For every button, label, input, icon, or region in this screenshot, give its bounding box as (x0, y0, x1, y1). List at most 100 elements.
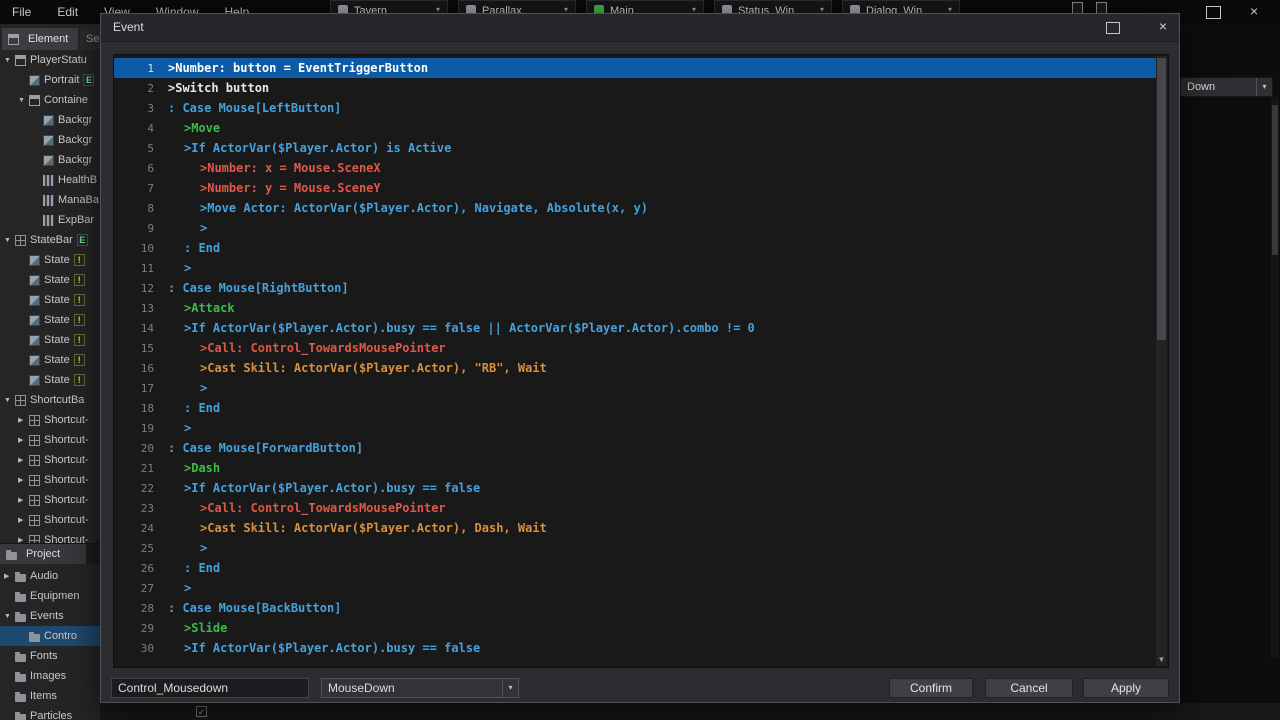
tree-item-shortcut-[interactable]: ▶Shortcut- (0, 450, 100, 470)
code-line-26[interactable]: 26: End (114, 558, 1156, 578)
warning-badge: ! (74, 314, 85, 326)
tree-item-audio[interactable]: ▶Audio (0, 566, 100, 586)
chevron-expanded-icon[interactable]: ▼ (4, 237, 15, 244)
code-line-22[interactable]: 22>If ActorVar($Player.Actor).busy == fa… (114, 478, 1156, 498)
chevron-collapsed-icon[interactable]: ▶ (18, 416, 29, 424)
tree-item-shortcut-[interactable]: ▶Shortcut- (0, 430, 100, 450)
code-line-30[interactable]: 30>If ActorVar($Player.Actor).busy == fa… (114, 638, 1156, 658)
code-line-14[interactable]: 14>If ActorVar($Player.Actor).busy == fa… (114, 318, 1156, 338)
window-close-button[interactable]: × (1250, 3, 1258, 19)
tree-item-items[interactable]: Items (0, 686, 100, 706)
dialog-close-button[interactable]: × (1159, 18, 1167, 34)
code-line-18[interactable]: 18: End (114, 398, 1156, 418)
code-line-1[interactable]: 1>Number: button = EventTriggerButton (114, 58, 1156, 78)
code-line-7[interactable]: 7>Number: y = Mouse.SceneY (114, 178, 1156, 198)
line-number: 1 (114, 62, 154, 75)
tree-item-backgr[interactable]: Backgr (0, 110, 100, 130)
tree-item-playerstatu[interactable]: ▼PlayerStatu (0, 50, 100, 70)
scroll-down-arrow[interactable]: ▼ (1156, 654, 1167, 666)
tree-item-containe[interactable]: ▼Containe (0, 90, 100, 110)
tree-item-events[interactable]: ▼Events (0, 606, 100, 626)
code-line-12[interactable]: 12: Case Mouse[RightButton] (114, 278, 1156, 298)
code-line-15[interactable]: 15>Call: Control_TowardsMousePointer (114, 338, 1156, 358)
code-line-23[interactable]: 23>Call: Control_TowardsMousePointer (114, 498, 1156, 518)
code-line-3[interactable]: 3: Case Mouse[LeftButton] (114, 98, 1156, 118)
chevron-collapsed-icon[interactable]: ▶ (18, 456, 29, 464)
tree-item-shortcutba[interactable]: ▼ShortcutBa (0, 390, 100, 410)
chevron-collapsed-icon[interactable]: ▶ (18, 496, 29, 504)
code-line-16[interactable]: 16>Cast Skill: ActorVar($Player.Actor), … (114, 358, 1156, 378)
tree-item-backgr[interactable]: Backgr (0, 130, 100, 150)
code-line-20[interactable]: 20: Case Mouse[ForwardButton] (114, 438, 1156, 458)
scrollbar-thumb[interactable] (1272, 105, 1278, 255)
tree-item-equipmen[interactable]: Equipmen (0, 586, 100, 606)
chevron-collapsed-icon[interactable]: ▶ (18, 436, 29, 444)
tree-item-shortcut-[interactable]: ▶Shortcut- (0, 510, 100, 530)
dialog-titlebar[interactable]: Event × (101, 14, 1179, 42)
tree-item-images[interactable]: Images (0, 666, 100, 686)
chevron-expanded-icon[interactable]: ▼ (18, 97, 29, 104)
tree-item-state[interactable]: State! (0, 350, 100, 370)
tree-item-portrait[interactable]: PortraitE (0, 70, 100, 90)
tree-item-shortcut-[interactable]: ▶Shortcut- (0, 470, 100, 490)
tree-item-fonts[interactable]: Fonts (0, 646, 100, 666)
tab-element[interactable]: Element (2, 28, 78, 50)
tree-item-expbar[interactable]: ExpBar (0, 210, 100, 230)
tree-item-state[interactable]: State! (0, 270, 100, 290)
tree-item-backgr[interactable]: Backgr (0, 150, 100, 170)
code-line-6[interactable]: 6>Number: x = Mouse.SceneX (114, 158, 1156, 178)
dialog-maximize-button[interactable] (1106, 22, 1120, 34)
chevron-collapsed-icon[interactable]: ▶ (4, 572, 15, 580)
code-line-9[interactable]: 9> (114, 218, 1156, 238)
confirm-button[interactable]: Confirm (889, 678, 973, 698)
tree-item-state[interactable]: State! (0, 330, 100, 350)
chevron-collapsed-icon[interactable]: ▶ (18, 516, 29, 524)
code-line-11[interactable]: 11> (114, 258, 1156, 278)
tree-item-state[interactable]: State! (0, 290, 100, 310)
editor-scrollbar[interactable]: ▼ (1156, 56, 1167, 666)
chevron-collapsed-icon[interactable]: ▶ (18, 476, 29, 484)
tree-item-state[interactable]: State! (0, 310, 100, 330)
background-dropdown[interactable]: Down ▾ (1180, 77, 1273, 97)
code-line-5[interactable]: 5>If ActorVar($Player.Actor) is Active (114, 138, 1156, 158)
checkbox-icon[interactable]: ✓ (196, 706, 207, 717)
line-text: >Call: Control_TowardsMousePointer (200, 341, 446, 355)
tree-item-statebar[interactable]: ▼StateBarE (0, 230, 100, 250)
tree-item-manaba[interactable]: ManaBa (0, 190, 100, 210)
chevron-expanded-icon[interactable]: ▼ (4, 397, 15, 404)
event-name-input[interactable] (111, 678, 309, 698)
code-line-4[interactable]: 4>Move (114, 118, 1156, 138)
scrollbar-thumb[interactable] (1157, 58, 1166, 340)
code-line-29[interactable]: 29>Slide (114, 618, 1156, 638)
tree-item-shortcut-[interactable]: ▶Shortcut- (0, 410, 100, 430)
tree-item-contro[interactable]: Contro (0, 626, 100, 646)
code-line-17[interactable]: 17> (114, 378, 1156, 398)
window-maximize-button[interactable] (1206, 6, 1221, 19)
code-line-24[interactable]: 24>Cast Skill: ActorVar($Player.Actor), … (114, 518, 1156, 538)
main-vertical-scrollbar[interactable] (1271, 97, 1279, 657)
code-line-8[interactable]: 8>Move Actor: ActorVar($Player.Actor), N… (114, 198, 1156, 218)
tree-item-state[interactable]: State! (0, 250, 100, 270)
chevron-expanded-icon[interactable]: ▼ (4, 57, 15, 64)
menu-edit[interactable]: Edit (57, 5, 78, 19)
code-line-25[interactable]: 25> (114, 538, 1156, 558)
tab-second[interactable]: Se (80, 28, 100, 50)
code-line-27[interactable]: 27> (114, 578, 1156, 598)
chevron-expanded-icon[interactable]: ▼ (4, 613, 15, 620)
trigger-dropdown[interactable]: MouseDown ▾ (321, 678, 519, 698)
code-line-19[interactable]: 19> (114, 418, 1156, 438)
tree-item-particles[interactable]: Particles (0, 706, 100, 720)
menu-file[interactable]: File (12, 5, 31, 19)
event-code-editor[interactable]: 1>Number: button = EventTriggerButton2>S… (113, 54, 1169, 668)
tree-item-state[interactable]: State! (0, 370, 100, 390)
code-line-28[interactable]: 28: Case Mouse[BackButton] (114, 598, 1156, 618)
tree-item-healthb[interactable]: HealthB (0, 170, 100, 190)
apply-button[interactable]: Apply (1083, 678, 1169, 698)
code-line-10[interactable]: 10: End (114, 238, 1156, 258)
tree-item-shortcut-[interactable]: ▶Shortcut- (0, 490, 100, 510)
tab-project[interactable]: Project (0, 544, 86, 564)
code-line-2[interactable]: 2>Switch button (114, 78, 1156, 98)
code-line-13[interactable]: 13>Attack (114, 298, 1156, 318)
code-line-21[interactable]: 21>Dash (114, 458, 1156, 478)
cancel-button[interactable]: Cancel (985, 678, 1073, 698)
